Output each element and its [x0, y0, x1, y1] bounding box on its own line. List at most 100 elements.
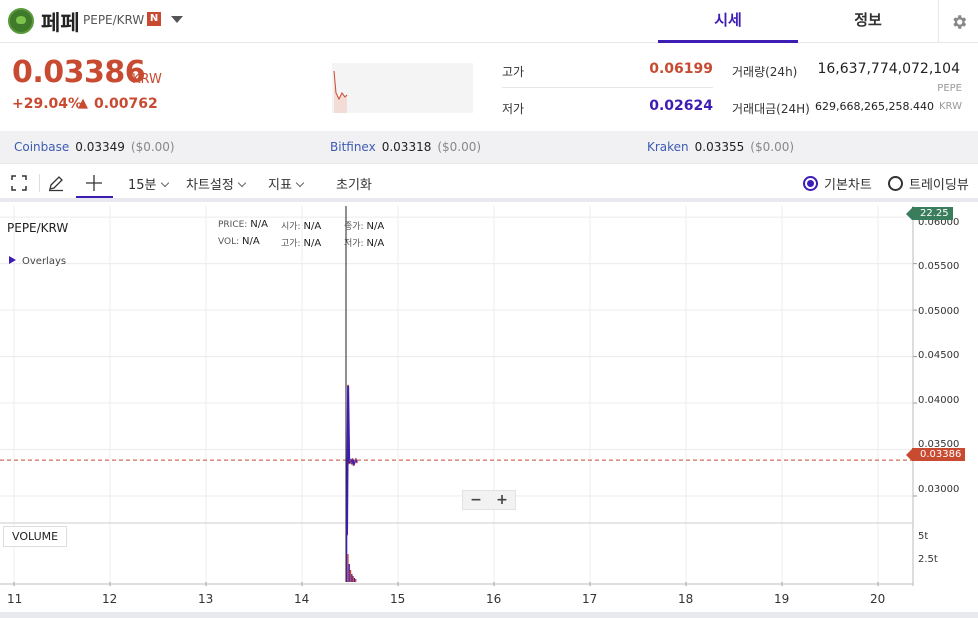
chart-pair-label: PEPE/KRW [7, 221, 69, 235]
y-tick-label: 0.05500 [918, 261, 960, 272]
volume-bar [348, 564, 350, 582]
x-tick-label: 19 [774, 592, 790, 606]
exchange-name: Kraken [647, 140, 689, 154]
tab-market[interactable]: 시세 [658, 0, 798, 43]
info-label: 저가: [344, 239, 364, 249]
amount-label: 거래대금(24H) [732, 102, 810, 116]
x-tick-label: 18 [678, 592, 694, 606]
exchange-kraken[interactable]: Kraken 0.03355 ($0.00) [647, 140, 794, 154]
bottom-scroll-bar[interactable] [0, 612, 978, 618]
coin-name: 페페 [41, 11, 80, 35]
price-point [347, 384, 349, 387]
y-tick-label: 0.05000 [918, 306, 960, 317]
volume-bar [347, 554, 349, 582]
fullscreen-icon[interactable] [8, 173, 30, 193]
info-label: 종가: [344, 222, 364, 232]
zoom-controls: − + [462, 490, 516, 510]
x-tick-label: 11 [7, 592, 23, 606]
price-point [350, 461, 353, 464]
price-unit: KRW [132, 72, 162, 87]
radio-selected-icon [803, 176, 818, 191]
volume-label: 거래량(24h) [732, 65, 798, 79]
price-point [351, 458, 354, 460]
info-value: N/A [366, 221, 385, 232]
high-label: 고가 [502, 65, 525, 79]
radio-tradingview[interactable]: 트레이딩뷰 [888, 174, 969, 193]
volume-bar [346, 530, 348, 582]
green-price-tag: 22.25 [912, 207, 953, 220]
price-chart[interactable]: PEPE/KRW Overlays PRICE: N/A 시가: N/A 종가:… [0, 206, 978, 612]
low-label: 저가 [502, 102, 525, 116]
volume-bar [349, 570, 352, 582]
indicators-label: 지표 [268, 178, 292, 193]
high-value: 0.06199 [649, 61, 713, 77]
coin-select-caret-icon[interactable] [171, 16, 183, 23]
high-row: 고가 0.06199 [502, 52, 713, 88]
zoom-out-button[interactable]: − [463, 491, 489, 509]
exchange-coinbase[interactable]: Coinbase 0.03349 ($0.00) [14, 140, 175, 154]
gear-icon[interactable] [938, 0, 978, 43]
volume-tick-label: 5t [918, 531, 929, 542]
info-value: N/A [250, 219, 268, 230]
exchange-usd: ($0.00) [130, 140, 175, 154]
exchange-name: Bitfinex [330, 140, 376, 154]
current-price: 0.03386 [12, 55, 146, 90]
info-label: 고가: [281, 239, 301, 249]
x-tick-label: 13 [198, 592, 214, 606]
x-tick-label: 20 [870, 592, 886, 606]
price-point [353, 460, 356, 463]
info-high: 고가: N/A [281, 236, 321, 249]
chart-settings-dropdown[interactable]: 차트설정 [186, 174, 247, 193]
radio-basic-chart[interactable]: 기본차트 [803, 174, 872, 193]
info-label: 시가: [281, 222, 301, 232]
toolbar-divider [39, 174, 40, 192]
info-value: N/A [303, 221, 322, 232]
overlays-label: Overlays [22, 256, 67, 267]
up-arrow-icon: ▲ [78, 96, 88, 111]
info-value: N/A [366, 238, 385, 249]
interval-label: 15분 [128, 178, 157, 193]
volume-unit: PEPE [937, 83, 962, 94]
exchange-price: 0.03349 [75, 140, 125, 154]
chevron-down-icon [160, 178, 169, 188]
volume-pane-label: VOLUME [3, 526, 68, 547]
chevron-down-icon [295, 178, 305, 188]
x-tick-label: 14 [294, 592, 310, 606]
info-vol: VOL: N/A [218, 236, 260, 247]
chart-canvas[interactable] [0, 206, 978, 612]
info-label: VOL: [218, 237, 240, 247]
price-point [352, 464, 355, 467]
exchange-price: 0.03355 [694, 140, 745, 154]
volume-bar [353, 578, 356, 582]
tab-info[interactable]: 정보 [798, 0, 938, 43]
overlays-toggle[interactable]: Overlays [9, 256, 66, 267]
chart-settings-label: 차트설정 [186, 178, 234, 193]
chevron-down-icon [237, 178, 247, 188]
zoom-in-button[interactable]: + [489, 491, 515, 509]
crosshair-icon[interactable] [83, 173, 105, 193]
radio-unselected-icon [888, 176, 903, 191]
play-triangle-icon [9, 256, 16, 264]
price-point [355, 458, 357, 461]
interval-dropdown[interactable]: 15분 [128, 174, 169, 193]
reset-button[interactable]: 초기화 [336, 174, 372, 193]
x-tick-label: 15 [390, 592, 406, 606]
volume-bar [355, 579, 357, 582]
coin-pair: PEPE/KRW [83, 13, 145, 27]
pencil-icon[interactable] [45, 173, 67, 193]
price-point [349, 459, 352, 462]
x-tick-label: 17 [582, 592, 598, 606]
exchange-bar: Coinbase 0.03349 ($0.00) Bitfinex 0.03318 ($… [0, 131, 978, 164]
x-tick-label: 16 [486, 592, 502, 606]
info-close: 종가: N/A [344, 219, 384, 232]
header: 페페 PEPE/KRW N 시세 정보 [0, 0, 978, 43]
volume-value: 16,637,774,072,104 [817, 61, 960, 77]
exchange-bitfinex[interactable]: Bitfinex 0.03318 ($0.00) [330, 140, 481, 154]
info-price: PRICE: N/A [218, 219, 268, 230]
chart-toolbar: 15분 차트설정 지표 초기화 기본차트 트레이딩뷰 [0, 164, 978, 202]
low-value: 0.02624 [649, 98, 713, 114]
info-open: 시가: N/A [281, 219, 321, 232]
indicators-dropdown[interactable]: 지표 [268, 174, 305, 193]
y-tick-label: 0.03000 [918, 484, 960, 495]
info-low: 저가: N/A [344, 236, 384, 249]
